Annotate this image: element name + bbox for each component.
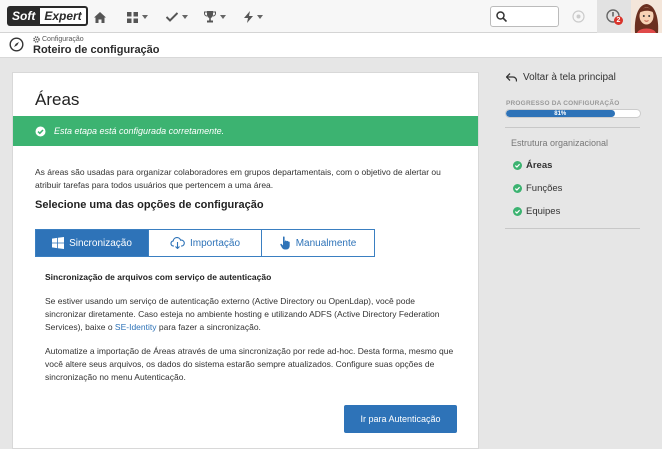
cloud-download-icon — [170, 237, 185, 249]
back-label: Voltar à tela principal — [523, 72, 616, 83]
se-identity-link[interactable]: SE-Identity — [115, 322, 157, 332]
progress-text: 81% — [554, 110, 567, 117]
chevron-down-icon — [257, 15, 263, 19]
notifications-button[interactable]: 2 — [597, 0, 631, 33]
config-options-tabs: Sincronização Importação Manualmente — [35, 229, 375, 257]
softexpert-logo[interactable]: Soft Expert — [7, 6, 88, 26]
step-funcoes[interactable]: Funções — [513, 183, 562, 194]
sync-paragraph: Se estiver usando um serviço de autentic… — [45, 295, 455, 334]
search-icon — [496, 11, 507, 22]
org-structure-heading: Estrutura organizacional — [511, 138, 609, 148]
alert-text: Esta etapa está configurada corretamente… — [54, 126, 225, 136]
user-avatar[interactable] — [631, 0, 662, 33]
automation-paragraph: Automatize a importação de Áreas através… — [45, 346, 454, 382]
logo-part-expert: Expert — [38, 6, 88, 26]
step-equipes[interactable]: Equipes — [513, 206, 560, 217]
check-circle-icon — [35, 126, 46, 136]
sub-header: Configuração Roteiro de configuração — [0, 33, 662, 58]
divider — [505, 228, 640, 229]
disabled-status-icon — [572, 10, 585, 28]
check-icon — [166, 12, 178, 22]
grid-icon — [127, 11, 138, 23]
breadcrumb-label: Configuração — [42, 36, 84, 43]
areas-card: Áreas Esta etapa está configurada corret… — [12, 72, 479, 449]
step-label: Áreas — [526, 160, 553, 171]
divider — [505, 127, 640, 128]
check-circle-icon — [513, 161, 522, 170]
trophy-menu-button[interactable] — [204, 9, 226, 25]
card-title: Áreas — [35, 90, 80, 109]
tab-label: Importação — [189, 237, 241, 249]
progress-fill: 81% — [506, 110, 615, 117]
tab-sincronizacao[interactable]: Sincronização — [35, 229, 149, 257]
check-circle-icon — [513, 184, 522, 193]
check-circle-icon — [513, 207, 522, 216]
page-title: Roteiro de configuração — [33, 44, 160, 56]
compass-icon — [9, 37, 24, 52]
windows-icon — [52, 237, 65, 249]
tab-label: Manualmente — [295, 237, 357, 249]
step-areas[interactable]: Áreas — [513, 160, 552, 171]
back-to-main-link[interactable]: Voltar à tela principal — [506, 72, 616, 83]
success-alert: Esta etapa está configurada corretamente… — [13, 116, 478, 146]
gear-icon — [33, 36, 40, 43]
chevron-down-icon — [182, 15, 188, 19]
notification-badge: 2 — [614, 16, 623, 25]
tab-importacao[interactable]: Importação — [149, 229, 262, 257]
logo-part-soft: Soft — [7, 6, 39, 26]
areas-description: As áreas são usadas para organizar colab… — [35, 167, 441, 190]
hand-pointer-icon — [280, 236, 290, 250]
go-to-authentication-button[interactable]: Ir para Autenticação — [344, 405, 457, 433]
tab-manualmente[interactable]: Manualmente — [262, 229, 375, 257]
grid-menu-button[interactable] — [127, 9, 148, 25]
step-label: Funções — [526, 183, 563, 194]
chevron-down-icon — [142, 15, 148, 19]
progress-label: PROGRESSO DA CONFIGURAÇÃO — [506, 100, 620, 107]
top-bar: Soft Expert 2 — [0, 0, 662, 33]
reply-arrow-icon — [506, 73, 517, 82]
home-icon[interactable] — [94, 9, 106, 25]
search-input[interactable] — [490, 6, 559, 27]
trophy-icon — [204, 11, 216, 23]
actions-menu-button[interactable] — [244, 9, 263, 25]
breadcrumb[interactable]: Configuração — [33, 36, 84, 43]
bolt-icon — [244, 11, 253, 23]
step-label: Equipes — [526, 206, 561, 217]
section-title: Selecione uma das opções de configuração — [35, 199, 264, 211]
chevron-down-icon — [220, 15, 226, 19]
sync-section-title: Sincronização de arquivos com serviço de… — [45, 272, 272, 282]
tab-label: Sincronização — [69, 237, 132, 249]
tasks-menu-button[interactable] — [166, 9, 188, 25]
progress-bar: 81% — [505, 109, 641, 118]
sync-paragraph-text-2: para fazer a sincronização. — [156, 322, 261, 332]
